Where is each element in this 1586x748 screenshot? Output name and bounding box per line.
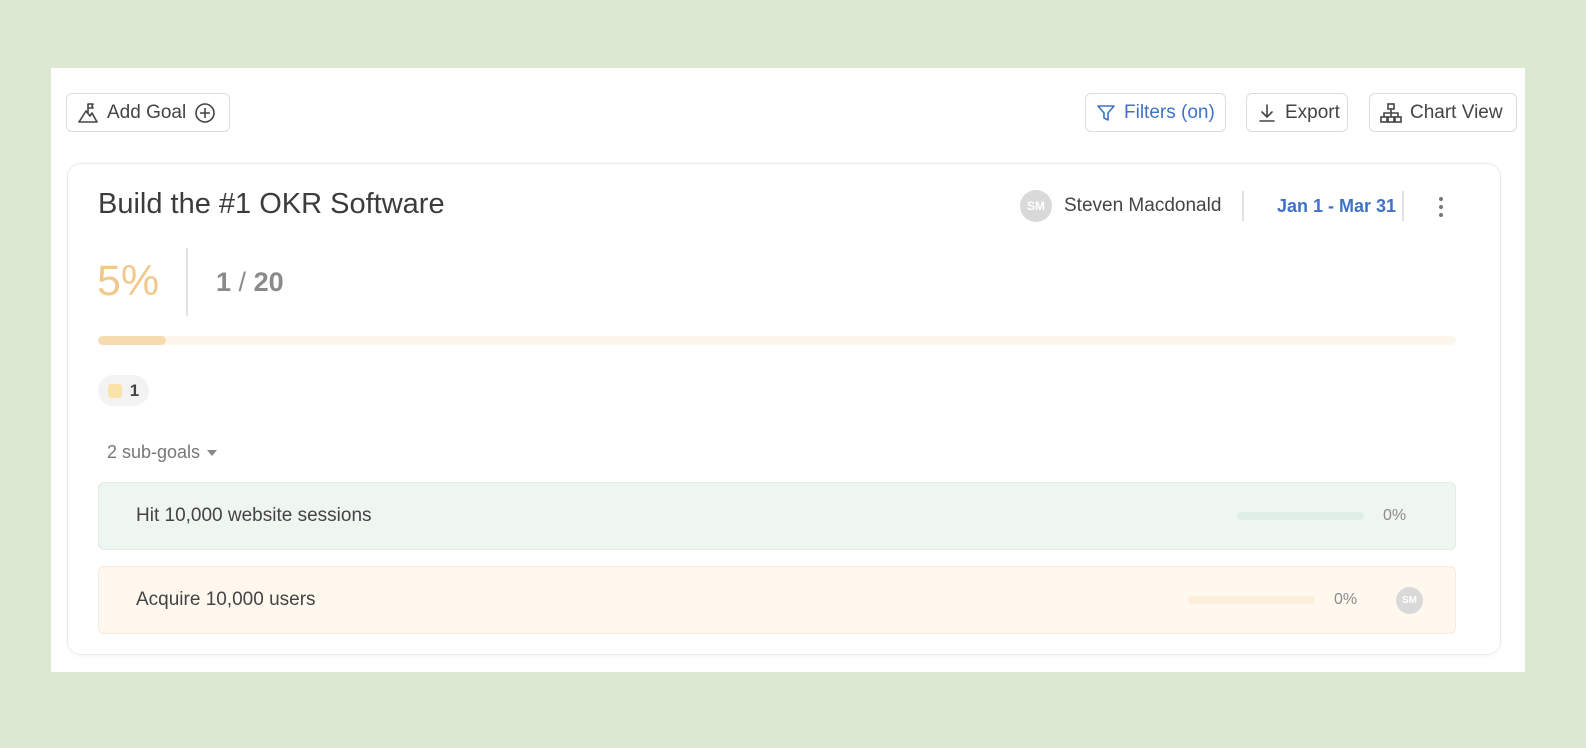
funnel-icon	[1096, 103, 1116, 123]
plus-circle-icon	[194, 102, 216, 124]
goal-progress-bar	[98, 336, 1456, 345]
export-button[interactable]: Export	[1246, 93, 1348, 132]
org-chart-icon	[1380, 102, 1402, 124]
subgoal-title: Acquire 10,000 users	[136, 589, 316, 610]
count-separator: /	[238, 267, 247, 297]
subgoal-progress-bar	[1188, 596, 1315, 604]
caret-down-icon	[207, 449, 218, 456]
key-result-count: 1 / 20	[216, 267, 284, 298]
goal-title[interactable]: Build the #1 OKR Software	[98, 188, 445, 221]
count-total: 20	[253, 267, 284, 297]
subgoals-label: 2 sub-goals	[107, 442, 201, 462]
subgoal-title: Hit 10,000 website sessions	[136, 505, 372, 526]
status-badge[interactable]: 1	[98, 375, 149, 406]
kebab-menu-icon[interactable]	[1434, 194, 1448, 220]
owner-name: Steven Macdonald	[1064, 195, 1222, 216]
goal-owner[interactable]: SM Steven Macdonald	[1020, 190, 1221, 222]
filters-label: Filters (on)	[1124, 101, 1215, 123]
subgoals-toggle[interactable]: 2 sub-goals	[107, 442, 218, 463]
badge-count: 1	[129, 380, 140, 400]
goal-progress-fill	[98, 336, 166, 345]
chart-view-label: Chart View	[1410, 101, 1503, 123]
goals-panel: Add Goal Filters (on) Export Chart View …	[51, 68, 1525, 672]
count-done: 1	[216, 267, 232, 297]
subgoal-progress-bar	[1237, 512, 1364, 520]
subgoal-row[interactable]: Hit 10,000 website sessions 0%	[98, 482, 1456, 550]
subgoal-progress-percent: 0%	[1383, 507, 1407, 524]
goal-progress-percent: 5%	[97, 257, 160, 305]
chart-view-button[interactable]: Chart View	[1369, 93, 1517, 132]
subgoal-progress-percent: 0%	[1334, 591, 1358, 608]
download-icon	[1257, 103, 1277, 123]
subgoal-row[interactable]: Acquire 10,000 users 0% SM	[98, 566, 1456, 634]
avatar: SM	[1396, 587, 1423, 614]
divider	[1242, 191, 1244, 221]
filters-button[interactable]: Filters (on)	[1085, 93, 1226, 132]
avatar: SM	[1020, 190, 1052, 222]
add-goal-label: Add Goal	[107, 101, 187, 123]
divider	[1402, 191, 1404, 221]
date-range[interactable]: Jan 1 - Mar 31	[1277, 196, 1396, 217]
note-icon	[107, 383, 122, 398]
goal-card: Build the #1 OKR Software SM Steven Macd…	[67, 163, 1501, 655]
export-label: Export	[1285, 101, 1340, 123]
add-goal-button[interactable]: Add Goal	[66, 93, 230, 132]
mountain-flag-icon	[77, 102, 99, 124]
divider	[186, 248, 188, 316]
